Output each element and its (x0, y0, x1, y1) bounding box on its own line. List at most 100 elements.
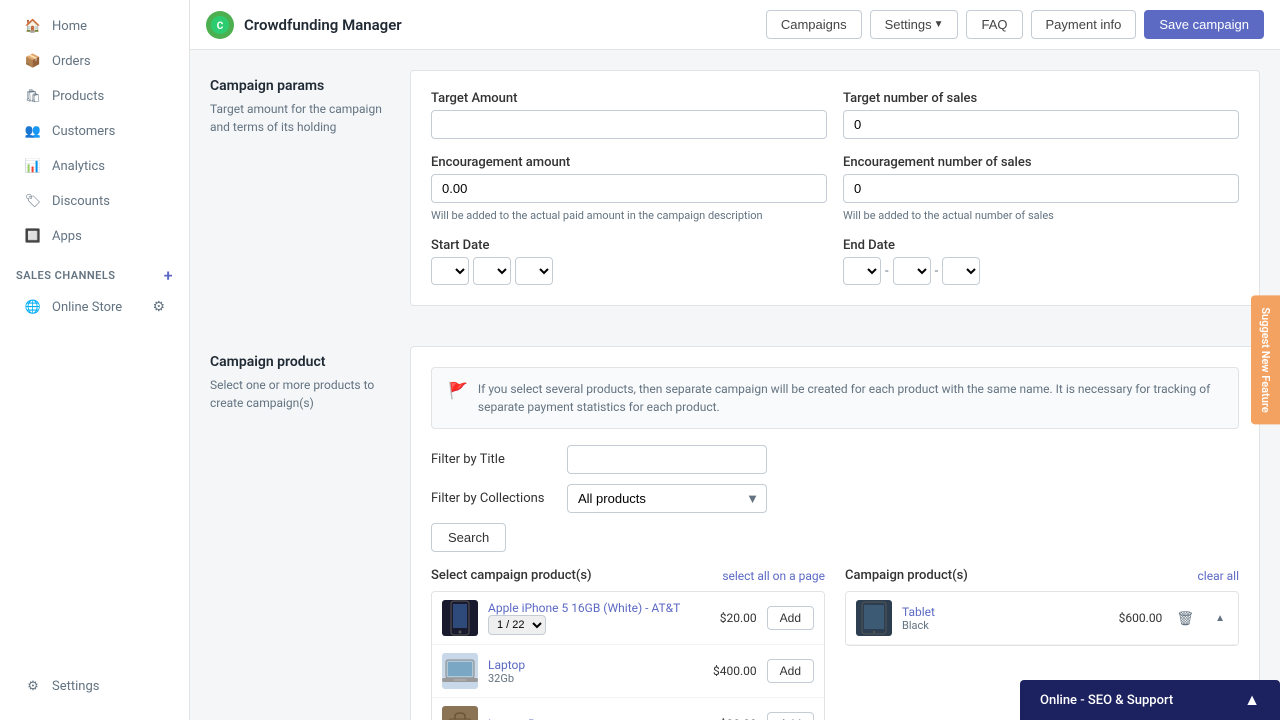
start-date-label: Start Date (431, 238, 827, 253)
date-separator: - (885, 264, 889, 279)
sidebar-item-products[interactable]: 🛍 Products (8, 79, 181, 113)
filter-title-label: Filter by Title (431, 452, 551, 467)
sidebar-label-customers: Customers (52, 124, 115, 139)
product-info-laptop: Laptop 32Gb (488, 658, 703, 685)
select-products-header: Select campaign product(s) select all on… (431, 568, 825, 583)
filter-collections-select[interactable]: All products (567, 484, 767, 513)
settings-chevron-icon: ▼ (934, 19, 944, 30)
add-laptop-button[interactable]: Add (767, 659, 814, 683)
home-icon: 🏠 (24, 17, 42, 35)
campaign-products-title: Campaign product(s) (845, 568, 968, 583)
end-date-label: End Date (843, 238, 1239, 253)
product-name-laptop[interactable]: Laptop (488, 658, 703, 672)
sidebar-label-analytics: Analytics (52, 159, 105, 174)
faq-button[interactable]: FAQ (966, 10, 1022, 39)
sidebar-item-home[interactable]: 🏠 Home (8, 9, 181, 43)
end-date-day-select[interactable] (893, 257, 931, 285)
campaign-params-section: Campaign params Target amount for the ca… (210, 70, 1260, 306)
campaign-products-header: Campaign product(s) clear all (845, 568, 1239, 583)
flag-icon: 🚩 (448, 381, 468, 400)
end-date-year-select[interactable] (942, 257, 980, 285)
support-chat-label: Online - SEO & Support (1040, 693, 1173, 708)
support-expand-icon: ▲ (1244, 690, 1260, 710)
campaigns-button[interactable]: Campaigns (766, 10, 862, 39)
sidebar-item-customers[interactable]: 👥 Customers (8, 114, 181, 148)
target-sales-field: Target number of sales (843, 91, 1239, 139)
campaign-product-card: 🚩 If you select several products, then s… (410, 346, 1260, 720)
info-banner-text: If you select several products, then sep… (478, 380, 1222, 416)
select-products-column: Select campaign product(s) select all on… (431, 568, 825, 720)
campaign-product-description: Select one or more products to create ca… (210, 376, 390, 412)
encouragement-sales-input[interactable] (843, 174, 1239, 203)
save-campaign-button[interactable]: Save campaign (1144, 10, 1264, 39)
info-banner: 🚩 If you select several products, then s… (431, 367, 1239, 429)
add-iphone-button[interactable]: Add (767, 606, 814, 630)
product-item-laptop: Laptop 32Gb $400.00 Add (432, 645, 824, 698)
app-logo: C (206, 11, 234, 39)
select-products-title: Select campaign product(s) (431, 568, 592, 583)
encouragement-amount-hint: Will be added to the actual paid amount … (431, 209, 827, 222)
sidebar-item-apps[interactable]: 🔲 Apps (8, 219, 181, 253)
sidebar-label-products: Products (52, 89, 104, 104)
end-date-field: End Date - - (843, 238, 1239, 285)
search-button[interactable]: Search (431, 523, 506, 552)
start-date-year-select[interactable] (515, 257, 553, 285)
online-store-settings-icon[interactable]: ⚙ (152, 299, 165, 315)
campaign-product-section: Campaign product Select one or more prod… (210, 346, 1260, 720)
iphone-variant-select[interactable]: 1 / 22 (488, 615, 546, 635)
campaign-product-list: Tablet Black $600.00 🗑 ▲ (845, 591, 1239, 646)
online-store-label: Online Store (52, 300, 122, 315)
sidebar-item-analytics[interactable]: 📊 Analytics (8, 149, 181, 183)
settings-button-label: Settings (885, 17, 932, 32)
product-info-iphone: Apple iPhone 5 16GB (White) - AT&T 1 / 2… (488, 601, 710, 635)
sidebar-label-apps: Apps (52, 229, 82, 244)
apps-icon: 🔲 (24, 227, 42, 245)
main-area: C Crowdfunding Manager Campaigns Setting… (190, 0, 1280, 720)
end-date-month-select[interactable] (843, 257, 881, 285)
campaign-params-title: Campaign params (210, 78, 390, 94)
sidebar-item-discounts[interactable]: 🏷 Discounts (8, 184, 181, 218)
start-date-day-select[interactable] (473, 257, 511, 285)
target-sales-label: Target number of sales (843, 91, 1239, 106)
target-amount-input[interactable] (431, 110, 827, 139)
product-thumb-tablet (856, 600, 892, 636)
payment-info-button[interactable]: Payment info (1031, 10, 1137, 39)
support-chat[interactable]: Online - SEO & Support ▲ (1020, 680, 1280, 720)
delete-tablet-button[interactable]: 🗑 (1172, 606, 1198, 631)
sidebar-item-online-store[interactable]: 🌐 Online Store ⚙ (8, 290, 181, 324)
products-icon: 🛍 (24, 87, 42, 105)
product-price-iphone: $20.00 (720, 611, 757, 625)
encouragement-sales-label: Encouragement number of sales (843, 155, 1239, 170)
sidebar-item-orders[interactable]: 📦 Orders (8, 44, 181, 78)
product-variant-iphone: 1 / 22 (488, 615, 710, 635)
add-bag-button[interactable]: Add (767, 712, 814, 720)
discounts-icon: 🏷 (24, 192, 42, 210)
settings-button[interactable]: Settings ▼ (870, 10, 959, 39)
analytics-icon: 📊 (24, 157, 42, 175)
select-all-link[interactable]: select all on a page (722, 569, 825, 583)
sales-channels-section: SALES CHANNELS + (0, 254, 189, 289)
encouragement-amount-input[interactable] (431, 174, 827, 203)
app-name: Crowdfunding Manager (244, 16, 756, 34)
add-sales-channel-button[interactable]: + (164, 266, 173, 285)
new-feature-banner[interactable]: Suggest New Feature (1251, 295, 1280, 424)
start-date-month-select[interactable] (431, 257, 469, 285)
clear-all-link[interactable]: clear all (1198, 569, 1240, 583)
filter-title-input[interactable] (567, 445, 767, 474)
tablet-up-button[interactable]: ▲ (1212, 612, 1228, 625)
sales-channels-label: SALES CHANNELS (16, 269, 116, 282)
product-price-laptop: $400.00 (713, 664, 757, 678)
sidebar: 🏠 Home 📦 Orders 🛍 Products 👥 Customers 📊… (0, 0, 190, 720)
online-store-icon: 🌐 (24, 298, 42, 316)
product-name-tablet[interactable]: Tablet (902, 605, 1109, 619)
start-date-field: Start Date (431, 238, 827, 285)
product-item-iphone: Apple iPhone 5 16GB (White) - AT&T 1 / 2… (432, 592, 824, 645)
filter-collections-label: Filter by Collections (431, 491, 551, 506)
sidebar-item-settings[interactable]: ⚙ Settings (8, 669, 181, 703)
target-sales-input[interactable] (843, 110, 1239, 139)
encouragement-amount-label: Encouragement amount (431, 155, 827, 170)
sidebar-label-home: Home (52, 19, 87, 34)
encouragement-sales-field: Encouragement number of sales Will be ad… (843, 155, 1239, 222)
filter-title-row: Filter by Title (431, 445, 1239, 474)
product-name-iphone[interactable]: Apple iPhone 5 16GB (White) - AT&T (488, 601, 710, 615)
